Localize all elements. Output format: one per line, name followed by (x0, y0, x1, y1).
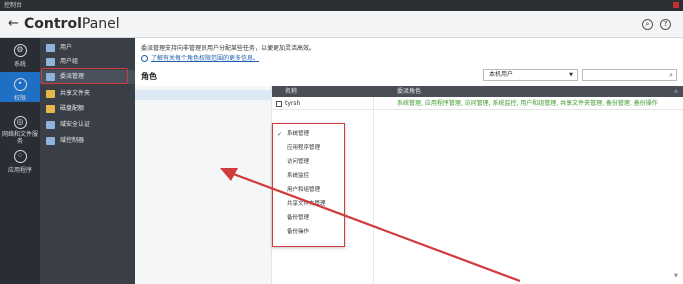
dropdown-item-shared-folder[interactable]: 共享文件夹管理 (273, 198, 343, 211)
column-divider (373, 86, 374, 284)
search-icon: ⌕ (669, 71, 673, 79)
subnav-item-label: 域控制器 (60, 137, 85, 144)
role-section-title: 角色 (141, 72, 157, 81)
user-type-value: 本机用户 (489, 71, 514, 78)
main-content: 委派管理支持向非管理员用户分配某些任务，以便更加灵活高效。 了解有关每个角色权限… (135, 38, 683, 284)
subnav-item-groups[interactable]: 用户组 (40, 55, 135, 69)
edit-icon[interactable] (276, 101, 282, 107)
selected-row-band (135, 90, 272, 100)
rail-item-system[interactable]: ⚙ 系统 (0, 44, 40, 68)
subnav-item-label: 域安全认证 (60, 121, 91, 128)
apps-icon: ⁘ (13, 150, 27, 163)
learn-more-link[interactable]: 了解有关每个角色权限范围的更多信息。 (141, 53, 259, 62)
dropdown-item-app[interactable]: 应用程序管理 (273, 142, 343, 155)
column-header-name[interactable]: 名称 (285, 86, 297, 97)
category-rail: ⚙ 系统 • 权限 ◎ 网络和文件服务 ⁘ 应用程序 (0, 38, 40, 284)
subnav-item-quota[interactable]: 磁盘配额 (40, 102, 135, 116)
user-icon (46, 44, 55, 52)
subnav-item-users[interactable]: 用户 (40, 41, 135, 55)
rail-item-privilege[interactable]: • 权限 (0, 72, 40, 102)
subnav-item-domain-controller[interactable]: 域控制器 (40, 134, 135, 148)
scroll-down-icon[interactable]: ▼ (674, 273, 678, 279)
dropdown-item-label: 备份操作 (287, 229, 310, 235)
dropdown-item-access[interactable]: 访问管理 (273, 156, 343, 169)
subnav-item-shared-folders[interactable]: 共享文件夹 (40, 87, 135, 101)
column-header-roles[interactable]: 委派角色 (397, 86, 421, 97)
globe-icon: ◎ (13, 116, 27, 129)
rail-item-label: 应用程序 (7, 167, 32, 174)
app-header: ← ControlPanel ⌕ ? (0, 11, 683, 38)
window-titlebar: 控制台 (0, 0, 683, 11)
rail-item-label: 网络和文件服务 (2, 131, 39, 145)
subnav-item-label: 共享文件夹 (60, 90, 91, 97)
logo-panel-text: Panel (81, 16, 120, 32)
user-type-select[interactable]: 本机用户 ▼ (483, 69, 578, 81)
subnav-item-label: 磁盘配额 (60, 105, 85, 112)
annotation-highlight-box (41, 68, 128, 84)
table-header: 名称 委派角色 (272, 86, 683, 97)
dropdown-item-backup-manage[interactable]: 备份管理 (273, 212, 343, 225)
dropdown-item-backup-operate[interactable]: 备份操作 (273, 226, 343, 239)
server-icon (46, 137, 55, 145)
quota-icon (46, 105, 55, 113)
folder-icon (46, 90, 55, 98)
rail-item-label: 系统 (13, 61, 26, 68)
dropdown-item-user-group[interactable]: 用户和组管理 (273, 184, 343, 197)
table-row[interactable]: tyrsh 系统管理, 应用程序管理, 访问管理, 系统监控, 用户和组管理, … (272, 98, 683, 110)
check-icon: ✓ (277, 131, 283, 138)
gear-icon: ⚙ (13, 44, 27, 57)
user-icon: • (13, 78, 27, 91)
dropdown-item-label: 用户和组管理 (287, 187, 321, 193)
user-name-cell: tyrsh (285, 100, 301, 107)
help-icon[interactable]: ? (660, 19, 671, 30)
dropdown-item-system[interactable]: ✓ 系统管理 (273, 128, 343, 141)
learn-more-text: 了解有关每个角色权限范围的更多信息。 (151, 55, 260, 62)
subnav-item-label: 用户组 (60, 58, 79, 65)
search-icon[interactable]: ⌕ (642, 19, 653, 30)
dropdown-item-label: 共享文件夹管理 (287, 201, 326, 207)
window-title: 控制台 (4, 2, 23, 9)
role-filter-dropdown: ✓ 系统管理 应用程序管理 访问管理 系统监控 用户和组管理 共享文件夹管理 备… (272, 123, 345, 247)
group-icon (46, 58, 55, 66)
rail-item-label: 权限 (13, 95, 26, 102)
dropdown-item-label: 系统管理 (287, 131, 310, 137)
page-description: 委派管理支持向非管理员用户分配某些任务，以便更加灵活高效。 (141, 45, 316, 52)
dropdown-item-label: 系统监控 (287, 173, 310, 179)
close-window-icon[interactable] (673, 2, 679, 8)
roles-cell: 系统管理, 应用程序管理, 访问管理, 系统监控, 用户和组管理, 共享文件夹管… (397, 100, 658, 107)
dropdown-item-label: 访问管理 (287, 159, 310, 165)
app-logo: ControlPanel (24, 16, 120, 32)
rail-item-apps[interactable]: ⁘ 应用程序 (0, 150, 40, 174)
scroll-up-icon[interactable]: ▲ (674, 88, 678, 94)
info-icon (141, 55, 148, 62)
rail-item-network[interactable]: ◎ 网络和文件服务 (0, 116, 40, 145)
dropdown-item-monitor[interactable]: 系统监控 (273, 170, 343, 183)
shield-icon (46, 121, 55, 129)
dropdown-item-label: 应用程序管理 (287, 145, 321, 151)
chevron-down-icon: ▼ (569, 72, 573, 78)
search-input[interactable]: ⌕ (582, 69, 677, 81)
logo-control-text: Control (24, 16, 82, 32)
back-arrow-icon[interactable]: ← (8, 16, 19, 32)
subnav-item-label: 用户 (60, 44, 73, 51)
role-list-panel (135, 86, 272, 284)
subnav-item-domain-security[interactable]: 域安全认证 (40, 118, 135, 132)
dropdown-item-label: 备份管理 (287, 215, 310, 221)
